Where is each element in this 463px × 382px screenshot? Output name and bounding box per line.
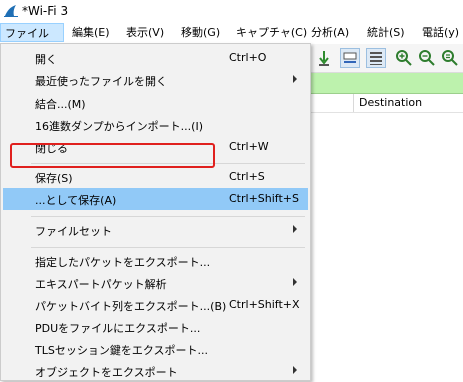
wireshark-fin-icon	[4, 5, 18, 17]
menu-item-merge[interactable]: 結合...(M)	[3, 92, 308, 114]
menu-item-export-specified-packets[interactable]: 指定したパケットをエクスポート...	[3, 250, 308, 272]
menu-item-export-objects[interactable]: オブジェクトをエクスポート	[3, 360, 308, 382]
menu-telephony[interactable]: 電話(y)	[422, 25, 459, 41]
file-menu-dropdown: 開く Ctrl+O 最近使ったファイルを開く 結合...(M) 16進数ダンプか…	[0, 43, 311, 381]
menu-capture[interactable]: キャプチャ(C)	[236, 25, 307, 41]
window-title: *Wi-Fi 3	[22, 4, 69, 18]
title-bar: *Wi-Fi 3	[0, 0, 463, 22]
menu-item-open[interactable]: 開く Ctrl+O	[3, 47, 308, 69]
menu-analyze[interactable]: 分析(A)	[311, 25, 349, 41]
autoscroll-down-icon[interactable]	[314, 48, 334, 68]
zoom-out-icon[interactable]	[417, 48, 437, 68]
submenu-arrow-icon	[293, 225, 297, 233]
menu-bar: ファイル(F) 編集(E) 表示(V) 移動(G) キャプチャ(C) 分析(A)…	[0, 22, 463, 59]
menu-item-save[interactable]: 保存(S) Ctrl+S	[3, 166, 308, 188]
submenu-arrow-icon	[293, 75, 297, 83]
menu-separator	[31, 247, 305, 248]
go-last-packet-icon[interactable]	[340, 48, 360, 68]
colorize-list-icon[interactable]	[366, 48, 386, 68]
column-separator[interactable]	[353, 94, 354, 112]
annotation-highlight-box	[10, 143, 215, 168]
submenu-arrow-icon	[293, 366, 297, 374]
menu-statistics[interactable]: 統計(S)	[367, 25, 405, 41]
menu-item-export-pdus[interactable]: PDUをファイルにエクスポート...	[3, 316, 308, 338]
menu-item-export-tls-keys[interactable]: TLSセッション鍵をエクスポート...	[3, 338, 308, 360]
menu-edit[interactable]: 編集(E)	[72, 25, 110, 41]
column-destination[interactable]: Destination	[359, 96, 422, 109]
menu-view[interactable]: 表示(V)	[126, 25, 164, 41]
submenu-arrow-icon	[293, 278, 297, 286]
zoom-normal-icon[interactable]	[440, 48, 460, 68]
menu-item-open-recent[interactable]: 最近使ったファイルを開く	[3, 69, 308, 91]
menu-item-save-as[interactable]: ...として保存(A) Ctrl+Shift+S	[3, 188, 308, 210]
menu-item-import-hex-dump[interactable]: 16進数ダンプからインポート...(I)	[3, 114, 308, 136]
menu-item-export-packet-bytes[interactable]: パケットバイト列をエクスポート...(B) Ctrl+Shift+X	[3, 294, 308, 316]
menu-separator	[31, 216, 305, 217]
menu-file[interactable]: ファイル(F)	[0, 23, 64, 59]
menu-item-export-packet-dissections[interactable]: エキスパートパケット解析	[3, 272, 308, 294]
menu-go[interactable]: 移動(G)	[181, 25, 220, 41]
zoom-in-icon[interactable]	[394, 48, 414, 68]
menu-item-file-set[interactable]: ファイルセット	[3, 219, 308, 241]
